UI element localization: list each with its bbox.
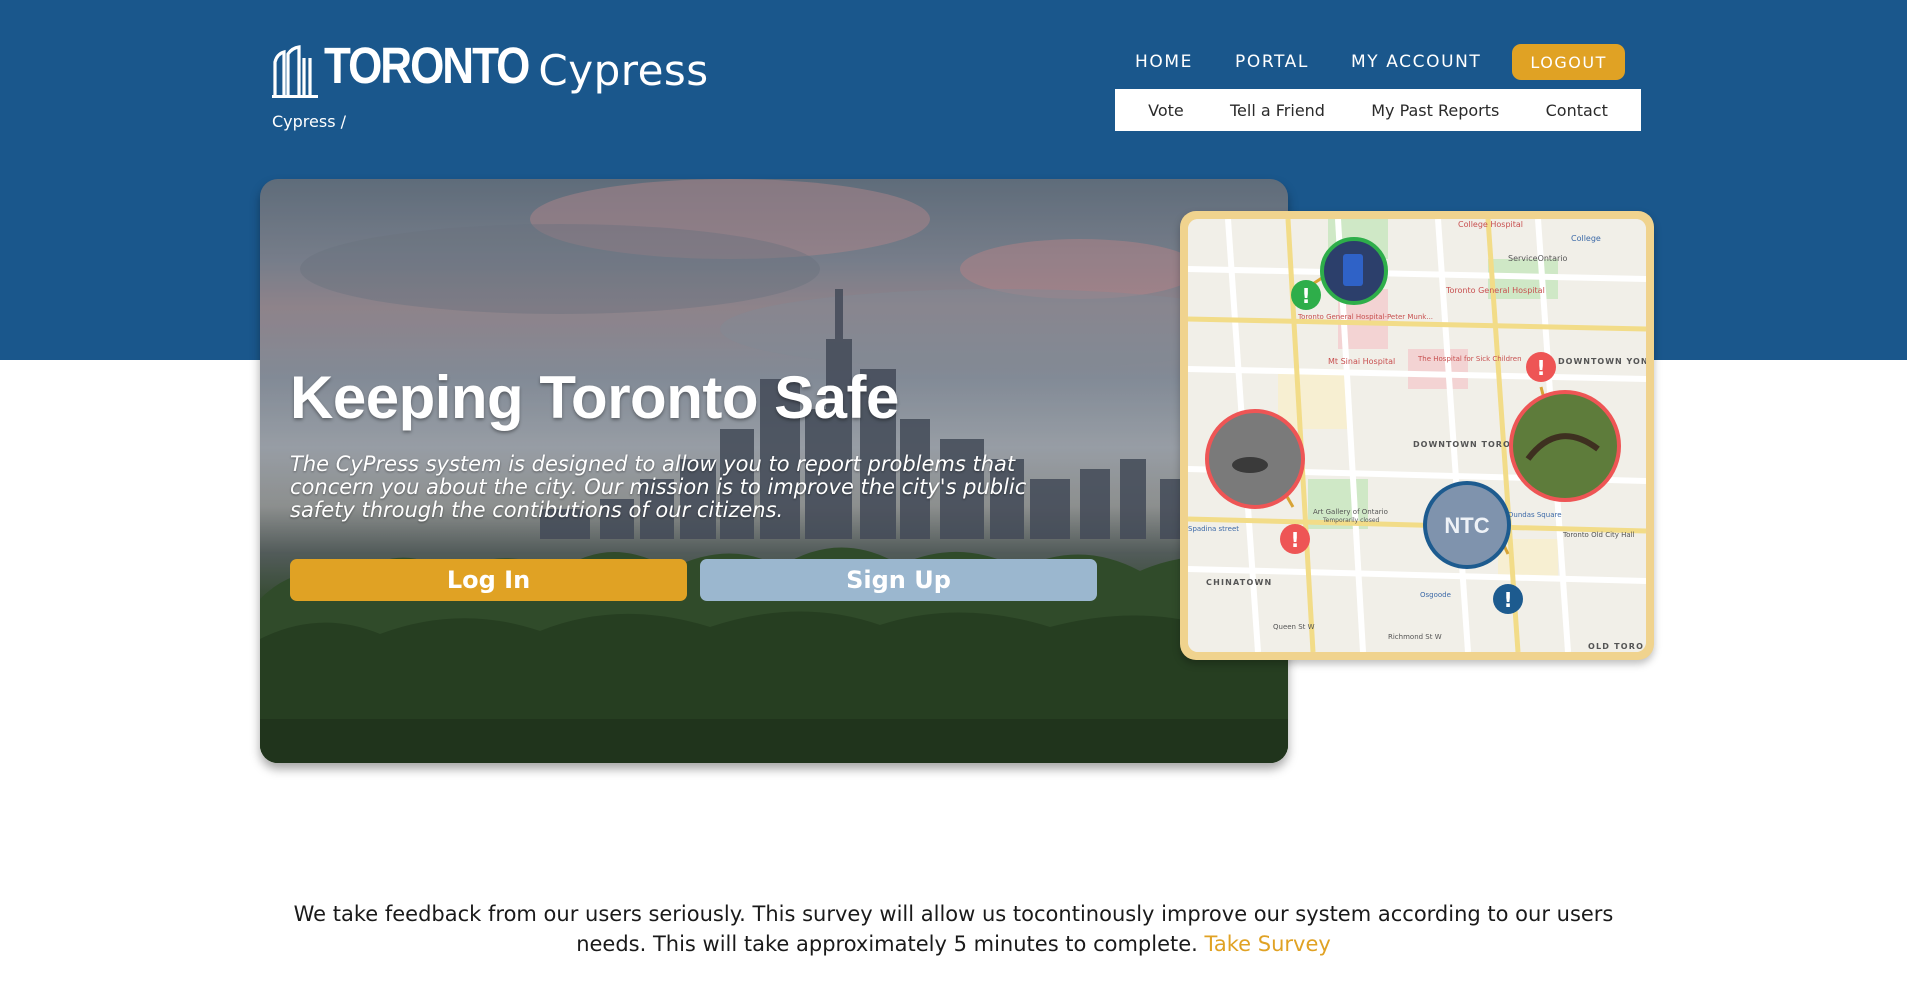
map-label-mt-sinai: Mt Sinai Hospital xyxy=(1328,357,1395,366)
nav-portal[interactable]: PORTAL xyxy=(1235,52,1309,72)
map-label-old-city-hall: Toronto Old City Hall xyxy=(1562,531,1635,539)
map-label-sick-children: The Hospital for Sick Children xyxy=(1417,355,1522,363)
logo-city-name: TORONTO xyxy=(324,38,530,95)
subnav-my-past-reports[interactable]: My Past Reports xyxy=(1371,101,1499,120)
map-label-old-toronto: OLD TORO xyxy=(1588,642,1644,651)
city-hall-logo-icon xyxy=(272,45,318,98)
svg-text:!: ! xyxy=(1503,588,1512,612)
report-map[interactable]: College Hospital ServiceOntario College … xyxy=(1188,219,1646,652)
survey-text: We take feedback from our users seriousl… xyxy=(293,902,1614,956)
map-label-service-ontario: ServiceOntario xyxy=(1508,254,1567,263)
svg-text:!: ! xyxy=(1536,356,1545,380)
report-map-card: College Hospital ServiceOntario College … xyxy=(1180,211,1654,660)
svg-text:!: ! xyxy=(1301,284,1310,308)
svg-text:!: ! xyxy=(1290,528,1299,552)
logout-button[interactable]: LOGOUT xyxy=(1512,44,1625,80)
hero-title: Keeping Toronto Safe xyxy=(290,364,899,431)
take-survey-link[interactable]: Take Survey xyxy=(1205,932,1331,956)
map-label-richmond-st: Richmond St W xyxy=(1388,633,1442,641)
subnav-tell-a-friend[interactable]: Tell a Friend xyxy=(1230,101,1325,120)
map-label-college-hospital: College Hospital xyxy=(1458,220,1523,229)
map-graphic: College Hospital ServiceOntario College … xyxy=(1188,219,1646,652)
nav-my-account[interactable]: MY ACCOUNT xyxy=(1351,52,1481,72)
signup-button[interactable]: Sign Up xyxy=(700,559,1097,601)
login-button[interactable]: Log In xyxy=(290,559,687,601)
page: TORONTO Cypress Cypress / HOME PORTAL MY… xyxy=(0,0,1907,986)
map-label-spadina: Spadina street xyxy=(1188,525,1239,533)
hero-banner: Keeping Toronto Safe The CyPress system … xyxy=(260,179,1288,763)
subnav-contact[interactable]: Contact xyxy=(1546,101,1608,120)
map-label-chinatown: CHINATOWN xyxy=(1206,578,1272,587)
map-label-osgoode: Osgoode xyxy=(1420,591,1451,599)
site-logo[interactable]: TORONTO Cypress xyxy=(272,38,709,98)
svg-text:NTC: NTC xyxy=(1444,513,1489,538)
hero-description: The CyPress system is designed to allow … xyxy=(290,452,1027,522)
nav-home[interactable]: HOME xyxy=(1135,52,1193,72)
subnav-vote[interactable]: Vote xyxy=(1148,101,1184,120)
map-label-peter-munk: Toronto General Hospital-Peter Munk... xyxy=(1297,313,1433,321)
map-label-college: College xyxy=(1571,234,1601,243)
map-label-toronto-general: Toronto General Hospital xyxy=(1445,286,1545,295)
logo-app-name: Cypress xyxy=(538,46,709,95)
map-label-temporarily-closed: Temporarily closed xyxy=(1322,517,1380,524)
primary-nav: HOME PORTAL MY ACCOUNT LOGOUT xyxy=(1114,44,1625,80)
map-label-art-gallery: Art Gallery of Ontario xyxy=(1313,508,1388,516)
survey-prompt: We take feedback from our users seriousl… xyxy=(290,899,1617,959)
map-label-dundas-square: Dundas Square xyxy=(1508,511,1562,519)
secondary-nav: Vote Tell a Friend My Past Reports Conta… xyxy=(1115,89,1641,131)
map-label-downtown-yonge: DOWNTOWN YONGE xyxy=(1558,357,1646,366)
breadcrumb[interactable]: Cypress / xyxy=(272,112,346,131)
map-label-queen-st: Queen St W xyxy=(1273,623,1315,631)
